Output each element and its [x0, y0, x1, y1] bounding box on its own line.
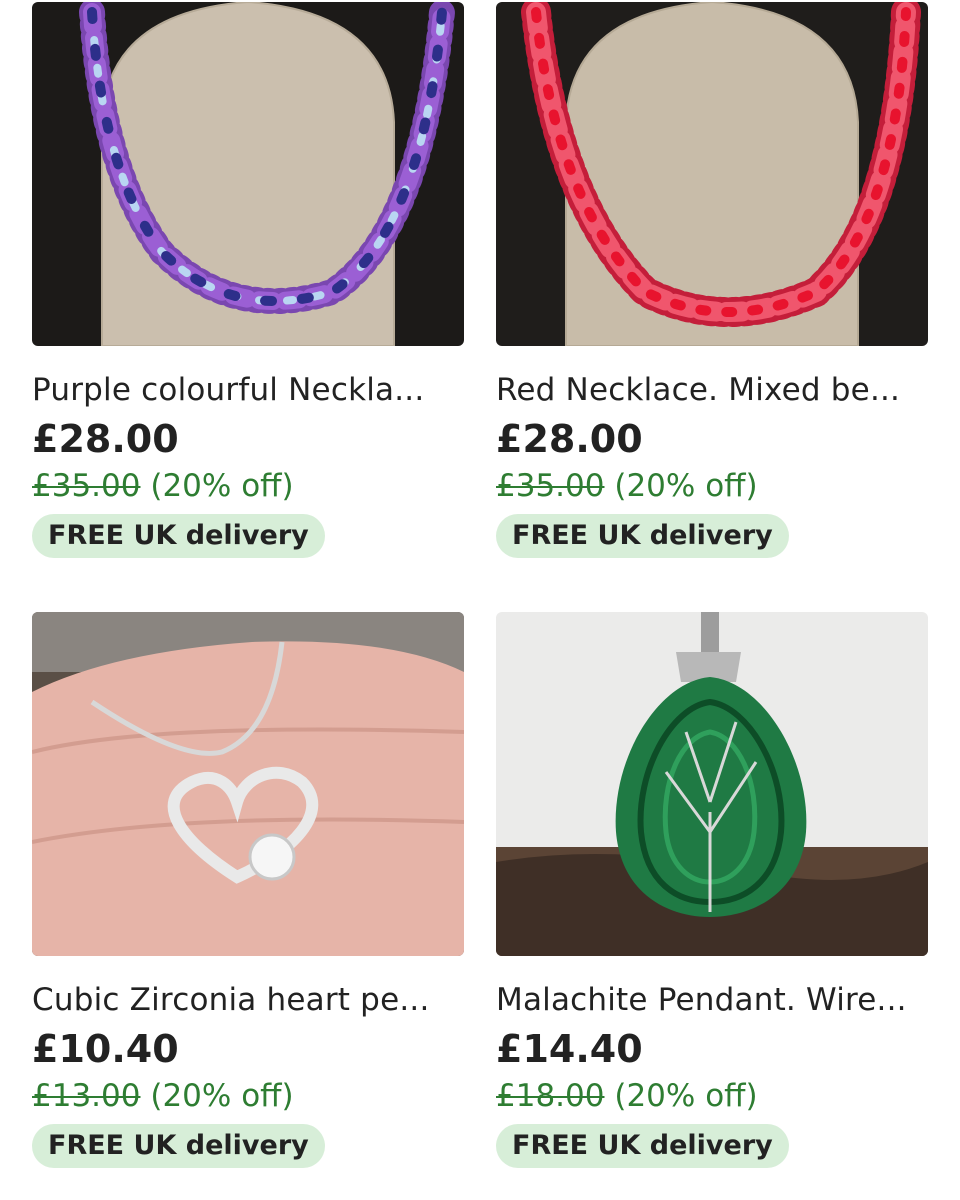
- free-delivery-badge: FREE UK delivery: [32, 514, 325, 558]
- original-price: £35.00: [32, 468, 141, 504]
- product-image-red-necklace[interactable]: [496, 2, 928, 346]
- listing-card[interactable]: Purple colourful Neckla... £28.00 £35.00…: [32, 2, 464, 558]
- original-price: £35.00: [496, 468, 605, 504]
- listing-title[interactable]: Malachite Pendant. Wire...: [496, 980, 928, 1020]
- listing-title[interactable]: Purple colourful Neckla...: [32, 370, 464, 410]
- original-price: £13.00: [32, 1078, 141, 1114]
- original-price-row: £13.00 (20% off): [32, 1076, 464, 1116]
- free-delivery-badge: FREE UK delivery: [496, 514, 789, 558]
- product-image-heart-pendant[interactable]: [32, 612, 464, 956]
- listing-card[interactable]: Malachite Pendant. Wire... £14.40 £18.00…: [496, 612, 928, 1168]
- original-price: £18.00: [496, 1078, 605, 1114]
- listing-title[interactable]: Cubic Zirconia heart pe...: [32, 980, 464, 1020]
- listing-card[interactable]: Red Necklace. Mixed be... £28.00 £35.00 …: [496, 2, 928, 558]
- listing-price: £14.40: [496, 1027, 643, 1071]
- product-image-purple-necklace[interactable]: [32, 2, 464, 346]
- original-price-row: £35.00 (20% off): [32, 466, 464, 506]
- listing-price: £28.00: [496, 417, 643, 461]
- original-price-row: £35.00 (20% off): [496, 466, 928, 506]
- free-delivery-badge: FREE UK delivery: [496, 1124, 789, 1168]
- original-price-row: £18.00 (20% off): [496, 1076, 928, 1116]
- product-image-malachite-pendant[interactable]: [496, 612, 928, 956]
- listing-card[interactable]: Cubic Zirconia heart pe... £10.40 £13.00…: [32, 612, 464, 1168]
- listing-title[interactable]: Red Necklace. Mixed be...: [496, 370, 928, 410]
- listing-price: £10.40: [32, 1027, 179, 1071]
- discount-label: (20% off): [150, 1078, 294, 1114]
- discount-label: (20% off): [614, 1078, 758, 1114]
- free-delivery-badge: FREE UK delivery: [32, 1124, 325, 1168]
- listing-price: £28.00: [32, 417, 179, 461]
- discount-label: (20% off): [150, 468, 294, 504]
- discount-label: (20% off): [614, 468, 758, 504]
